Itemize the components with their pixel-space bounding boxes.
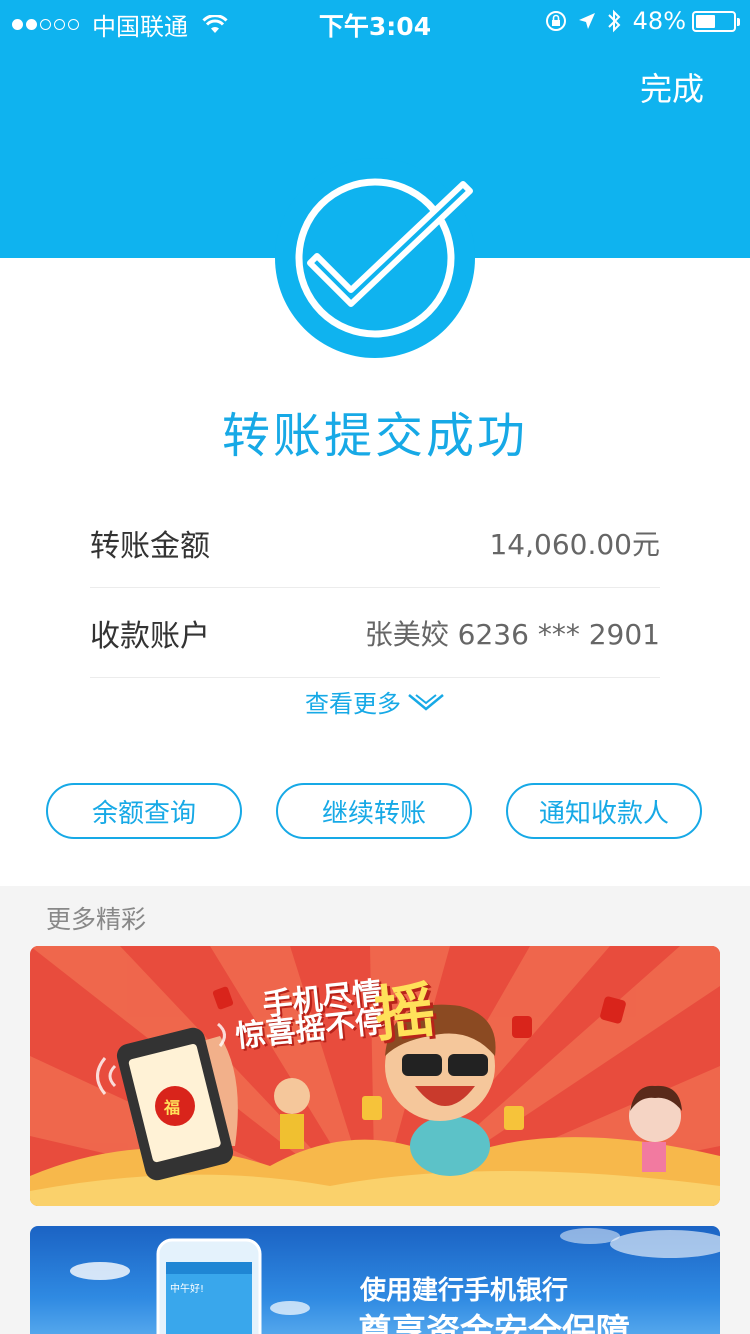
rotation-lock-icon (545, 11, 566, 31)
battery-percent: 48% (632, 7, 686, 35)
security-promo-banner[interactable]: 中午好! 使用建行手机银行 尊享资金安全保障 (30, 1226, 720, 1334)
status-bar: 中国联通 下午3:04 48% (0, 0, 750, 42)
view-more-label: 查看更多 (305, 690, 401, 718)
shake-promo-banner[interactable]: 手机尽情 惊喜摇不停 摇 福 (30, 946, 720, 1206)
chevron-down-icon (408, 693, 444, 711)
account-value: 张美姣 6236 *** 2901 (364, 617, 660, 651)
banner1-big-char: 摇 (371, 975, 439, 1051)
more-section-title: 更多精彩 (46, 905, 147, 934)
success-title: 转账提交成功 (221, 408, 528, 464)
detail-row-account: 收款账户 张美姣 6236 *** 2901 (90, 588, 660, 678)
notify-payee-button[interactable]: 通知收款人 (506, 783, 702, 839)
amount-value: 14,060.00元 (489, 527, 660, 561)
banner2-line2: 尊享资金安全保障 (358, 1312, 630, 1334)
view-more-link[interactable]: 查看更多 (0, 684, 750, 719)
location-arrow-icon (578, 13, 595, 29)
detail-row-amount: 转账金额 14,060.00元 (90, 498, 660, 588)
continue-transfer-button[interactable]: 继续转账 (276, 783, 472, 839)
more-section: 更多精彩 手机尽情 惊喜摇不停 摇 福 中午好! 使用建行手机银行 尊享资金安全… (0, 886, 750, 1334)
account-label: 收款账户 (90, 618, 210, 654)
balance-query-button[interactable]: 余额查询 (46, 783, 242, 839)
battery-icon (692, 10, 740, 32)
success-check-icon (275, 158, 475, 358)
banner1-envelope-char: 福 (164, 1098, 181, 1117)
banner2-phone-text: 中午好! (170, 1284, 205, 1295)
status-right: 48% (535, 7, 740, 35)
done-button[interactable]: 完成 (640, 64, 704, 110)
banner2-line1: 使用建行手机银行 (360, 1276, 569, 1306)
bluetooth-icon (607, 9, 621, 33)
amount-label: 转账金额 (90, 528, 210, 564)
